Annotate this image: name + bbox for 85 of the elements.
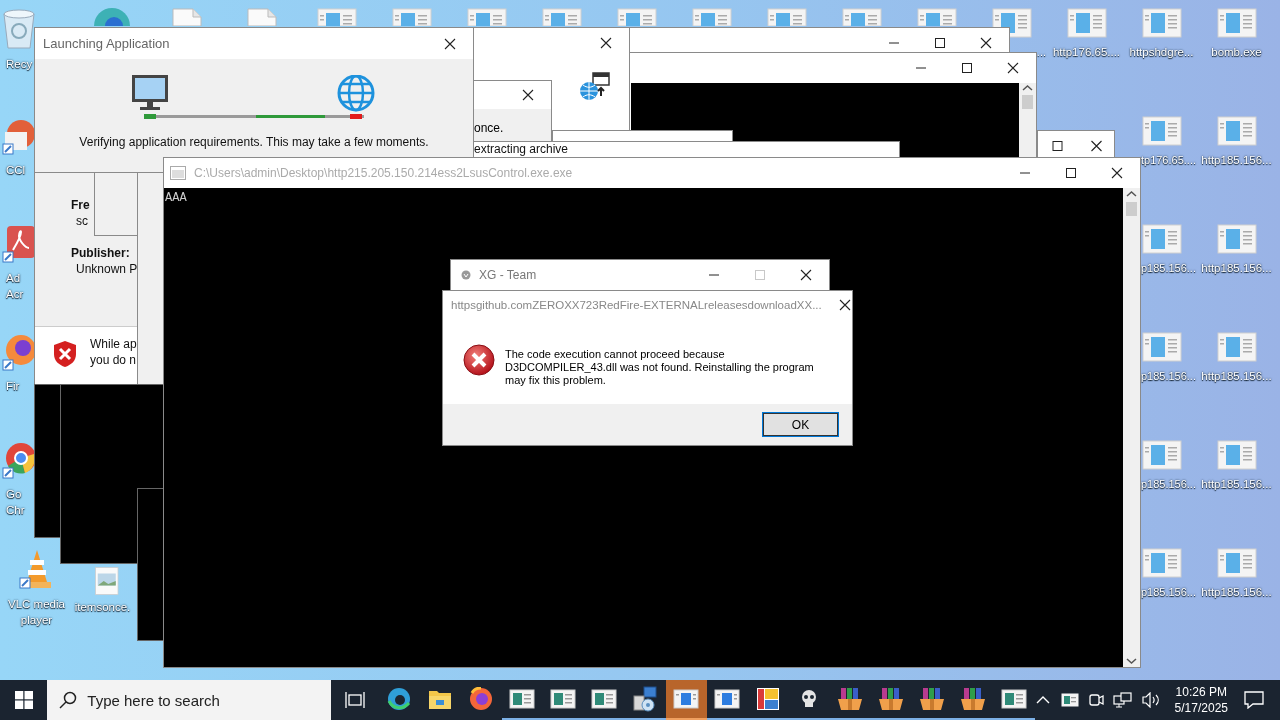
tray-app-icon[interactable] [1060, 693, 1079, 707]
clock-time[interactable]: 10:26 PM [1175, 684, 1227, 700]
program-icon[interactable] [714, 689, 741, 709]
program-icon[interactable] [591, 689, 618, 709]
folder-icon[interactable] [428, 688, 453, 710]
desktop-icon-label[interactable]: http176.65.... [1049, 44, 1124, 60]
scrollbar-thumb[interactable] [1022, 95, 1033, 109]
program-icon [1216, 332, 1257, 362]
program-icon[interactable] [509, 689, 536, 709]
desktop-icon-label[interactable]: p185.156... [1140, 584, 1196, 600]
desktop-icon-label[interactable]: http185.156... [1199, 368, 1274, 384]
warning-text: While ap [90, 337, 137, 351]
ok-button[interactable]: OK [763, 413, 838, 437]
program-icon[interactable] [550, 689, 577, 709]
program-icon [1216, 548, 1257, 578]
field-label: Publisher: [71, 246, 130, 260]
window-title: Launching Application [42, 36, 170, 51]
program-icon [1216, 116, 1257, 146]
archive-icon[interactable] [919, 687, 946, 711]
program-icon [1216, 8, 1257, 38]
desktop-icon-label[interactable]: Ad Acr [6, 270, 34, 302]
desktop-icon-label[interactable]: itemsonce. [74, 599, 131, 615]
color-blocks-icon[interactable] [756, 687, 781, 711]
desktop-icon-label[interactable]: Go Chr [6, 486, 34, 518]
desktop-icon-label[interactable]: CCl [6, 162, 34, 178]
task-view-button[interactable] [344, 691, 365, 709]
window-title: C:\Users\admin\Desktop\http215.205.150.214ess2LsusControl.exe.exe [193, 166, 573, 180]
clock-date[interactable]: 5/17/2025 [1174, 700, 1228, 716]
desktop-icon-label[interactable]: http185.156... [1199, 152, 1274, 168]
desktop-icon-label[interactable]: p185.156... [1140, 368, 1196, 384]
installer-icon[interactable] [632, 686, 659, 712]
taskbar-app-button[interactable] [665, 680, 707, 720]
window-title: XG - Team [478, 268, 537, 282]
console-icon [170, 166, 186, 180]
archive-icon[interactable] [878, 687, 905, 711]
browser-icon[interactable] [469, 687, 494, 711]
chevron-up-icon[interactable] [1034, 695, 1051, 705]
program-icon [1216, 440, 1257, 470]
window-title: extracting archive [473, 142, 569, 156]
console-output: AAA [165, 191, 187, 205]
program-icon [1141, 8, 1182, 38]
archive-icon[interactable] [960, 687, 987, 711]
desktop-icon-label[interactable]: http185.156... [1199, 476, 1274, 492]
network-icon[interactable] [1112, 692, 1133, 708]
desktop-icon-label[interactable]: Fir [6, 378, 34, 394]
error-icon [463, 344, 495, 376]
start-button[interactable] [14, 691, 33, 709]
image-file-icon [93, 566, 120, 596]
desktop-icon-label[interactable]: httpshdgre... [1124, 44, 1199, 60]
desktop-icon-label[interactable]: http185.156... [1199, 584, 1274, 600]
error-message: The code execution cannot proceed because D3DCOMPILER_43.dll was not found. Reinstalling the program may fix this problem. [505, 347, 815, 388]
archive-icon[interactable] [837, 687, 864, 711]
field-value: sc [76, 214, 88, 228]
program-icon [1066, 8, 1107, 38]
shield-icon [52, 340, 78, 368]
field-value: Unknown P [76, 262, 137, 276]
notification-icon[interactable] [1244, 691, 1264, 709]
search-icon [59, 691, 78, 709]
warning-text: you do n [90, 353, 137, 367]
globe-network-icon [579, 72, 611, 102]
desktop-icon-label[interactable]: http185.156... [1199, 260, 1274, 276]
program-icon [1216, 224, 1257, 254]
app-icon [461, 270, 471, 280]
desktop-icon-label[interactable]: bomb.exe [1199, 44, 1274, 60]
window-title: httpsgithub.comZEROXX723RedFire-EXTERNALreleasesdownloadXX... [450, 299, 822, 311]
search-field[interactable]: Type here to search [47, 680, 332, 720]
field-label: Fre [71, 198, 90, 212]
camera-icon[interactable] [1086, 692, 1105, 708]
app-shortcut-icon [91, 8, 132, 26]
status-message: Verifying application requirements. This may take a few moments. [79, 135, 429, 149]
recycle-bin-icon [1, 8, 37, 50]
volume-icon[interactable] [1140, 692, 1161, 708]
desktop-icon-label[interactable]: VLC media player [0, 596, 74, 628]
app-shortcut-icon [1, 440, 37, 480]
program-icon [1141, 116, 1182, 146]
app-shortcut-icon [1, 224, 37, 264]
desktop-icon-label[interactable]: p185.156... [1140, 260, 1196, 276]
window-text: once. [474, 121, 504, 135]
program-icon[interactable] [1001, 689, 1028, 709]
desktop-icon-label[interactable]: Recy [6, 56, 34, 72]
desktop-icon-label[interactable]: p185.156... [1140, 476, 1196, 492]
desktop-icon-label[interactable]: tp176.65.... [1140, 152, 1196, 168]
browser-icon[interactable] [387, 687, 412, 711]
desktop-icon-label[interactable]: ... [1036, 44, 1046, 60]
scrollbar-thumb[interactable] [1126, 202, 1137, 216]
